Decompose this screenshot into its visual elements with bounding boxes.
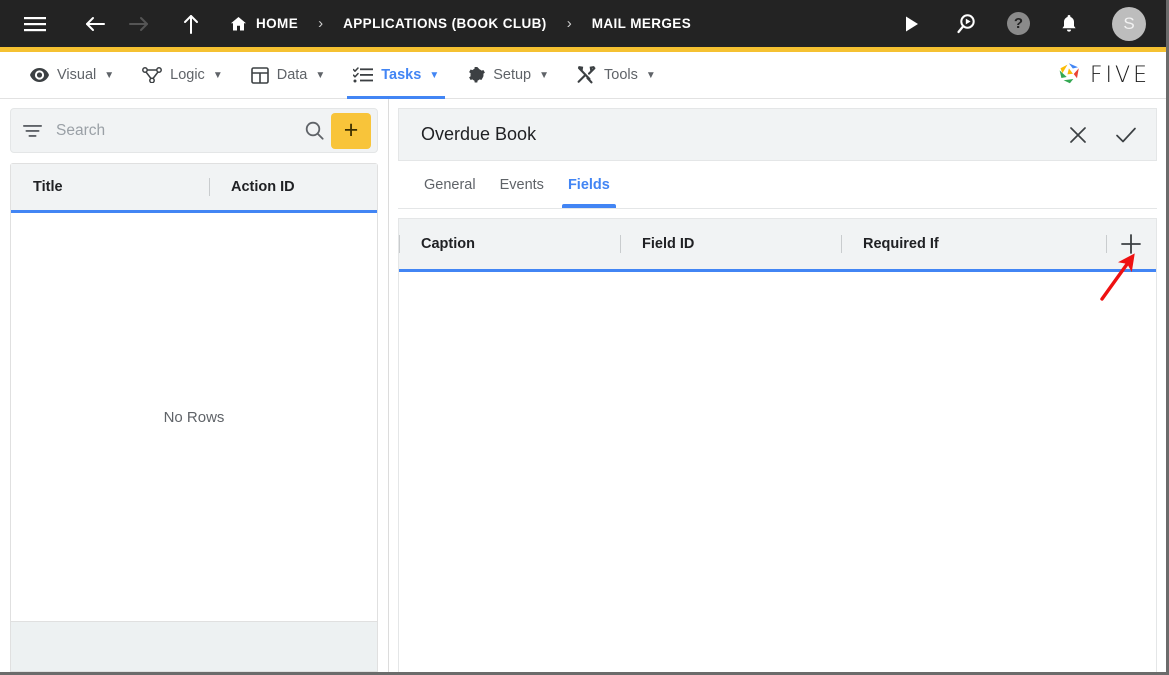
breadcrumb-label-applications: APPLICATIONS (BOOK CLUB) — [343, 16, 547, 31]
main-content-area: + Title Action ID No Rows Overdue Book — [0, 99, 1166, 672]
tools-icon — [577, 66, 596, 84]
topbar-actions: ? S — [895, 6, 1146, 41]
fields-grid-body — [399, 272, 1156, 672]
column-header-field-id[interactable]: Field ID — [620, 219, 841, 269]
fields-grid-header: Caption Field ID Required If — [399, 219, 1156, 301]
search-run-icon[interactable] — [951, 7, 985, 41]
search-input[interactable] — [42, 121, 298, 140]
menu-item-setup-label: Setup — [493, 67, 532, 83]
help-icon[interactable]: ? — [1007, 12, 1030, 35]
eye-icon — [30, 68, 49, 82]
menu-item-data-label: Data — [276, 67, 308, 83]
breadcrumb-separator: › — [318, 15, 324, 32]
page-title: Overdue Book — [421, 124, 537, 144]
tab-fields[interactable]: Fields — [556, 162, 622, 208]
checklist-icon — [353, 67, 374, 83]
tab-general[interactable]: General — [412, 162, 488, 208]
logic-nodes-icon — [142, 67, 163, 83]
five-wordmark: FIVE — [1089, 62, 1150, 88]
chevron-down-icon: ▼ — [315, 69, 326, 81]
column-header-title[interactable]: Title — [11, 164, 209, 210]
menu-item-tasks-label: Tasks — [381, 67, 422, 83]
detail-panel-header: Overdue Book — [398, 108, 1157, 161]
hamburger-icon[interactable] — [18, 7, 52, 41]
main-menu-bar: Visual ▼ Logic ▼ Data ▼ Tasks ▼ Setup ▼ … — [0, 52, 1166, 99]
arrow-up-icon[interactable] — [174, 7, 208, 41]
search-bar: + — [10, 108, 378, 153]
menu-item-visual-label: Visual — [57, 67, 97, 83]
arrow-left-icon[interactable] — [78, 7, 112, 41]
notifications-bell-icon[interactable] — [1052, 7, 1086, 41]
tab-events[interactable]: Events — [488, 162, 556, 208]
actions-grid-body: No Rows — [11, 213, 377, 621]
application-window: HOME › APPLICATIONS (BOOK CLUB) › MAIL M… — [0, 0, 1169, 675]
fields-grid: Caption Field ID Required If — [398, 218, 1157, 672]
chevron-down-icon: ▼ — [645, 69, 656, 81]
top-navigation-bar: HOME › APPLICATIONS (BOOK CLUB) › MAIL M… — [0, 0, 1166, 52]
breadcrumb-label-mail-merges: MAIL MERGES — [591, 16, 692, 31]
close-icon[interactable] — [1064, 121, 1092, 149]
chevron-down-icon: ▼ — [104, 69, 115, 81]
avatar-initial: S — [1123, 13, 1135, 33]
chevron-down-icon: ▼ — [539, 69, 550, 81]
run-icon[interactable] — [895, 7, 929, 41]
chevron-down-icon: ▼ — [429, 69, 440, 81]
gear-icon — [467, 66, 486, 84]
home-icon — [230, 16, 247, 32]
five-pinwheel-logo — [1055, 62, 1083, 88]
breadcrumb-item-home[interactable]: HOME — [230, 16, 298, 32]
search-icon[interactable] — [298, 121, 331, 140]
avatar[interactable]: S — [1112, 6, 1146, 41]
right-detail-panel: Overdue Book General Events Fields Capti… — [389, 99, 1166, 672]
breadcrumb-separator-2: › — [566, 15, 572, 32]
arrow-right-icon — [122, 7, 156, 41]
left-panel-footer — [10, 622, 378, 672]
breadcrumb: HOME › APPLICATIONS (BOOK CLUB) › MAIL M… — [214, 15, 691, 32]
menu-item-logic-label: Logic — [170, 67, 205, 83]
empty-state-message: No Rows — [163, 408, 225, 426]
five-brand-logo: FIVE — [1055, 62, 1150, 88]
left-list-panel: + Title Action ID No Rows — [0, 99, 389, 672]
chevron-down-icon: ▼ — [212, 69, 223, 81]
filter-icon[interactable] — [23, 124, 42, 138]
column-header-required-if[interactable]: Required If — [841, 219, 1106, 269]
table-grid-icon — [250, 66, 269, 84]
menu-item-visual[interactable]: Visual ▼ — [16, 52, 128, 99]
breadcrumb-item-applications[interactable]: APPLICATIONS (BOOK CLUB) — [343, 16, 547, 31]
menu-item-tasks[interactable]: Tasks ▼ — [339, 52, 453, 99]
add-field-button[interactable] — [1106, 219, 1156, 269]
detail-panel-actions — [1064, 121, 1140, 149]
column-header-caption[interactable]: Caption — [399, 219, 620, 269]
add-record-button[interactable]: + — [331, 112, 371, 149]
menu-item-logic[interactable]: Logic ▼ — [128, 52, 237, 99]
menu-item-tools-label: Tools — [604, 67, 638, 83]
confirm-check-icon[interactable] — [1112, 121, 1140, 149]
actions-grid: Title Action ID No Rows — [10, 163, 378, 622]
breadcrumb-item-mail-merges[interactable]: MAIL MERGES — [592, 16, 691, 31]
menu-item-setup[interactable]: Setup ▼ — [453, 52, 563, 99]
menu-item-data[interactable]: Data ▼ — [237, 52, 340, 99]
column-header-action-id[interactable]: Action ID — [209, 164, 377, 210]
help-icon-label: ? — [1013, 15, 1024, 32]
detail-tabs: General Events Fields — [398, 161, 1157, 209]
breadcrumb-label-home: HOME — [256, 16, 299, 31]
actions-grid-header: Title Action ID — [11, 164, 377, 213]
menu-item-tools[interactable]: Tools ▼ — [563, 52, 670, 99]
